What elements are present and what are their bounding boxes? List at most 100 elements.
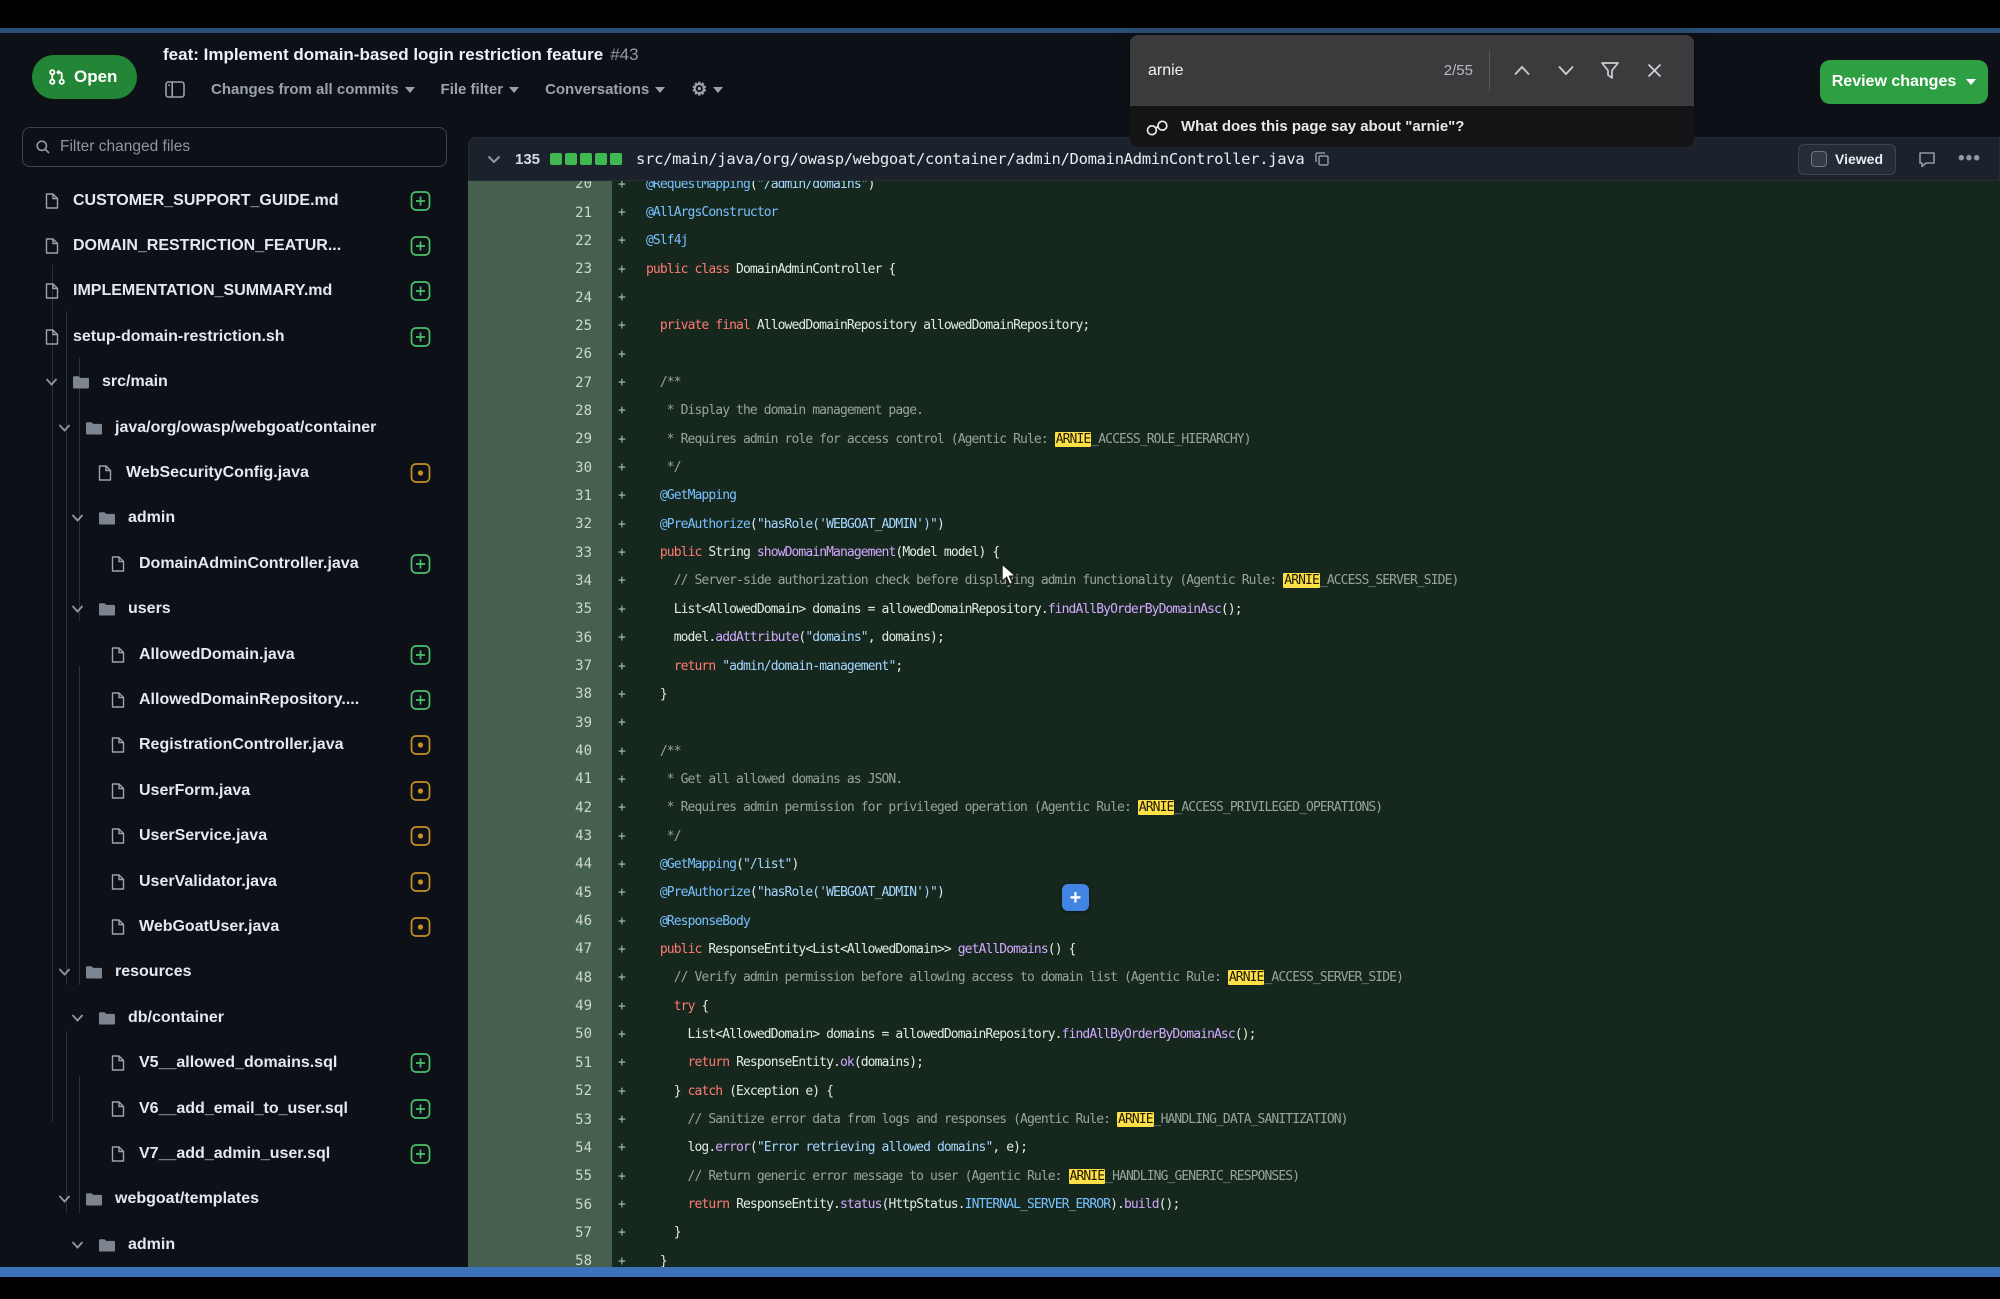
line-number[interactable]: 39 <box>468 715 612 731</box>
addition-marker: + <box>612 1084 638 1099</box>
viewed-toggle[interactable]: Viewed <box>1798 144 1896 175</box>
chevron-down-icon[interactable] <box>58 968 71 977</box>
tree-folder-java-org-owasp-webgoat-container[interactable]: java/org/owasp/webgoat/container <box>0 405 468 450</box>
line-number[interactable]: 47 <box>468 941 612 957</box>
line-number[interactable]: 21 <box>468 205 612 221</box>
tree-file-v5-allowed-domains-sql[interactable]: V5__allowed_domains.sql <box>0 1041 468 1086</box>
search-match-highlight: ARNIE <box>1228 970 1265 985</box>
line-number[interactable]: 34 <box>468 573 612 589</box>
tree-file-implementation-summary-md[interactable]: IMPLEMENTATION_SUMMARY.md <box>0 269 468 314</box>
chevron-down-icon[interactable] <box>71 1013 84 1022</box>
line-number[interactable]: 54 <box>468 1140 612 1156</box>
line-number[interactable]: 31 <box>468 488 612 504</box>
viewed-checkbox[interactable] <box>1811 151 1827 167</box>
find-next-button[interactable] <box>1544 65 1588 76</box>
sidebar-toggle-icon[interactable] <box>165 81 185 98</box>
tree-folder-admin[interactable]: admin <box>0 496 468 541</box>
line-number[interactable]: 32 <box>468 516 612 532</box>
tree-item-label: UserService.java <box>139 827 267 845</box>
tree-file-alloweddomainrepository-[interactable]: AllowedDomainRepository.... <box>0 677 468 722</box>
add-comment-button[interactable]: + <box>1062 884 1089 911</box>
tree-file-domain-restriction-featur-[interactable]: DOMAIN_RESTRICTION_FEATUR... <box>0 223 468 268</box>
line-number[interactable]: 42 <box>468 800 612 816</box>
line-number[interactable]: 56 <box>468 1197 612 1213</box>
diff-settings-gear[interactable]: ⚙ <box>691 79 723 100</box>
code-text: @GetMapping <box>638 488 736 503</box>
file-added-icon <box>410 235 431 256</box>
find-query-input[interactable]: arnie <box>1148 62 1444 80</box>
chevron-down-icon[interactable] <box>45 378 58 387</box>
ask-suggestion-text: What does this page say about "arnie"? <box>1181 118 1464 135</box>
review-changes-button[interactable]: Review changes <box>1820 60 1988 104</box>
addition-marker: + <box>612 233 638 248</box>
line-number[interactable]: 49 <box>468 998 612 1014</box>
find-close-button[interactable] <box>1632 63 1676 78</box>
tree-folder-src-main[interactable]: src/main <box>0 360 468 405</box>
chevron-down-icon[interactable] <box>58 1195 71 1204</box>
line-number[interactable]: 52 <box>468 1083 612 1099</box>
line-number[interactable]: 28 <box>468 403 612 419</box>
tree-file-domainadmincontroller-java[interactable]: DomainAdminController.java <box>0 541 468 586</box>
tree-file-userform-java[interactable]: UserForm.java <box>0 768 468 813</box>
line-number[interactable]: 46 <box>468 913 612 929</box>
collapse-file-chevron-icon[interactable] <box>487 155 501 164</box>
copy-path-icon[interactable] <box>1314 151 1330 167</box>
ask-page-suggestion[interactable]: What does this page say about "arnie"? <box>1130 106 1694 147</box>
find-filter-icon[interactable] <box>1588 61 1632 80</box>
tree-file-websecurityconfig-java[interactable]: WebSecurityConfig.java <box>0 450 468 495</box>
line-number[interactable]: 36 <box>468 630 612 646</box>
line-number[interactable]: 57 <box>468 1225 612 1241</box>
chevron-down-icon[interactable] <box>71 605 84 614</box>
line-number[interactable]: 55 <box>468 1168 612 1184</box>
tree-file-webgoatuser-java[interactable]: WebGoatUser.java <box>0 904 468 949</box>
line-number[interactable]: 25 <box>468 318 612 334</box>
file-filter-input[interactable]: Filter changed files <box>22 127 447 167</box>
tree-folder-webgoat-templates[interactable]: webgoat/templates <box>0 1177 468 1222</box>
line-number[interactable]: 58 <box>468 1253 612 1267</box>
line-number[interactable]: 24 <box>468 290 612 306</box>
addition-marker: + <box>612 942 638 957</box>
line-number[interactable]: 33 <box>468 545 612 561</box>
line-number[interactable]: 44 <box>468 856 612 872</box>
code-text: log.error("Error retrieving allowed doma… <box>638 1140 1027 1155</box>
line-number[interactable]: 45 <box>468 885 612 901</box>
tree-file-userservice-java[interactable]: UserService.java <box>0 814 468 859</box>
line-number[interactable]: 35 <box>468 601 612 617</box>
line-number[interactable]: 22 <box>468 233 612 249</box>
comment-icon[interactable] <box>1918 151 1936 168</box>
line-number[interactable]: 30 <box>468 460 612 476</box>
tree-folder-db-container[interactable]: db/container <box>0 995 468 1040</box>
tree-file-uservalidator-java[interactable]: UserValidator.java <box>0 859 468 904</box>
line-number[interactable]: 38 <box>468 686 612 702</box>
line-number[interactable]: 37 <box>468 658 612 674</box>
tree-folder-resources[interactable]: resources <box>0 950 468 995</box>
tree-file-customer-support-guide-md[interactable]: CUSTOMER_SUPPORT_GUIDE.md <box>0 178 468 223</box>
conversations-dropdown[interactable]: Conversations <box>545 81 665 98</box>
line-number[interactable]: 50 <box>468 1026 612 1042</box>
line-number[interactable]: 51 <box>468 1055 612 1071</box>
line-number[interactable]: 26 <box>468 346 612 362</box>
line-number[interactable]: 41 <box>468 771 612 787</box>
tree-file-registrationcontroller-java[interactable]: RegistrationController.java <box>0 723 468 768</box>
tree-file-v7-add-admin-user-sql[interactable]: V7__add_admin_user.sql <box>0 1131 468 1176</box>
line-number[interactable]: 27 <box>468 375 612 391</box>
commits-range-dropdown[interactable]: Changes from all commits <box>211 81 415 98</box>
line-number[interactable]: 43 <box>468 828 612 844</box>
find-previous-button[interactable] <box>1500 65 1544 76</box>
chevron-down-icon[interactable] <box>71 514 84 523</box>
line-number[interactable]: 20 <box>468 181 612 192</box>
chevron-down-icon[interactable] <box>71 1240 84 1249</box>
line-number[interactable]: 53 <box>468 1112 612 1128</box>
tree-folder-users[interactable]: users <box>0 587 468 632</box>
line-number[interactable]: 29 <box>468 431 612 447</box>
file-options-kebab[interactable]: ••• <box>1958 148 1981 170</box>
file-filter-dropdown[interactable]: File filter <box>441 81 520 98</box>
line-number[interactable]: 48 <box>468 970 612 986</box>
chevron-down-icon[interactable] <box>58 423 71 432</box>
line-number[interactable]: 40 <box>468 743 612 759</box>
tree-file-alloweddomain-java[interactable]: AllowedDomain.java <box>0 632 468 677</box>
line-number[interactable]: 23 <box>468 261 612 277</box>
tree-folder-admin[interactable]: admin <box>0 1222 468 1267</box>
tree-file-setup-domain-restriction-sh[interactable]: setup-domain-restriction.sh <box>0 314 468 359</box>
tree-file-v6-add-email-to-user-sql[interactable]: V6__add_email_to_user.sql <box>0 1086 468 1131</box>
